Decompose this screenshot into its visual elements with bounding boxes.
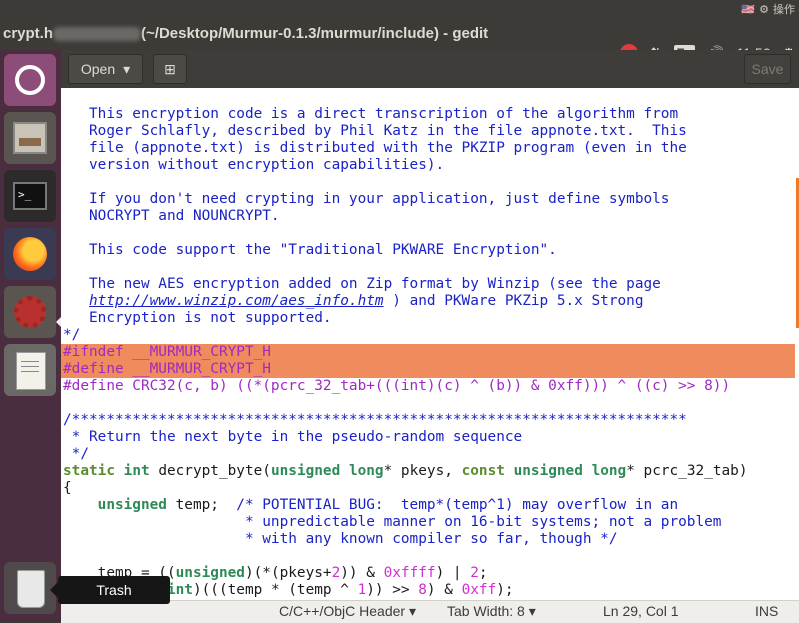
trash-icon bbox=[17, 570, 45, 608]
top-panel: 🇺🇸 ⚙ 操作 bbox=[0, 0, 799, 18]
chevron-down-icon: ▾ bbox=[408, 603, 416, 619]
gedit-window: Open ▾ ⊞ Save This encryption code is a … bbox=[61, 50, 799, 623]
code-line: This encryption code is a direct transcr… bbox=[63, 106, 679, 122]
code-line: If you don't need crypting in your appli… bbox=[63, 191, 670, 207]
language-label: C/C++/ObjC Header bbox=[279, 603, 406, 619]
gedit-launcher-button[interactable] bbox=[4, 344, 56, 396]
code-line: This code support the "Traditional PKWAR… bbox=[63, 242, 557, 258]
firefox-launcher-button[interactable] bbox=[4, 228, 56, 280]
status-bar: C/C++/ObjC Header ▾ Tab Width: 8 ▾ Ln 29… bbox=[61, 600, 799, 623]
code-line: */ bbox=[63, 327, 81, 343]
code-line: * Return the next byte in the pseudo-ran… bbox=[63, 429, 523, 445]
code-line: /***************************************… bbox=[63, 412, 687, 428]
code-line: #define CRC32(c, b) ((*(pcrc_32_tab+(((i… bbox=[63, 378, 731, 394]
code-line: Roger Schlafly, described by Phil Katz i… bbox=[63, 123, 687, 139]
ubuntu-logo-icon bbox=[15, 65, 45, 95]
cursor-position: Ln 29, Col 1 bbox=[603, 603, 679, 619]
code-line: The new AES encryption added on Zip form… bbox=[63, 276, 661, 292]
new-tab-button[interactable]: ⊞ bbox=[153, 54, 187, 84]
tab-width-selector[interactable]: Tab Width: 8 ▾ bbox=[447, 603, 536, 620]
code-line: { bbox=[63, 480, 72, 496]
save-button[interactable]: Save bbox=[744, 54, 791, 84]
code-line: NOCRYPT and NOUNCRYPT. bbox=[63, 208, 280, 224]
chevron-down-icon: ▾ bbox=[528, 603, 536, 619]
language-selector[interactable]: C/C++/ObjC Header ▾ bbox=[279, 603, 416, 620]
open-button[interactable]: Open ▾ bbox=[68, 54, 143, 84]
firefox-icon bbox=[13, 237, 47, 271]
trash-tooltip: Trash bbox=[50, 576, 170, 604]
code-line: file (appnote.txt) is distributed with t… bbox=[63, 140, 687, 156]
title-bar: crypt.h (~/Desktop/Murmur-0.1.3/murmur/in… bbox=[0, 18, 799, 62]
redacted-block bbox=[53, 27, 142, 42]
flag-icon[interactable]: 🇺🇸 bbox=[741, 3, 755, 16]
code-line: */ bbox=[63, 446, 89, 462]
wrench-gear-icon bbox=[14, 296, 46, 328]
tray-small: 🇺🇸 ⚙ 操作 bbox=[741, 0, 795, 18]
gear-small-icon[interactable]: ⚙ bbox=[759, 3, 769, 16]
insert-mode-indicator: INS bbox=[755, 603, 779, 619]
files-launcher-button[interactable] bbox=[4, 112, 56, 164]
code-line-highlighted: #ifndef __MURMUR_CRYPT_H bbox=[61, 344, 795, 361]
new-document-icon: ⊞ bbox=[164, 60, 176, 77]
window-title: crypt.h (~/Desktop/Murmur-0.1.3/murmur/in… bbox=[3, 25, 488, 42]
chevron-down-icon: ▾ bbox=[123, 60, 131, 77]
open-button-label: Open bbox=[80, 61, 116, 77]
ubuntu-dash-button[interactable] bbox=[4, 54, 56, 106]
launcher: >_ bbox=[0, 50, 61, 622]
header-bar: Open ▾ ⊞ Save bbox=[61, 50, 799, 88]
code-line-decl: unsigned temp; /* POTENTIAL BUG: temp*(t… bbox=[97, 497, 679, 513]
file-cabinet-icon bbox=[13, 122, 47, 154]
text-editor[interactable]: This encryption code is a direct transcr… bbox=[61, 88, 799, 600]
code-line: Encryption is not supported. bbox=[63, 310, 332, 326]
window-title-path: (~/Desktop/Murmur-0.1.3/murmur/include) … bbox=[141, 25, 489, 42]
terminal-icon: >_ bbox=[13, 182, 47, 210]
window-title-file: crypt.h bbox=[3, 25, 54, 42]
code-line: * with any known compiler so far, though… bbox=[63, 531, 618, 547]
tray-action-label[interactable]: 操作 bbox=[773, 1, 795, 17]
system-settings-launcher-button[interactable] bbox=[4, 286, 56, 338]
code-line-highlighted: #define __MURMUR_CRYPT_H bbox=[61, 361, 795, 378]
terminal-launcher-button[interactable]: >_ bbox=[4, 170, 56, 222]
text-editor-icon bbox=[16, 352, 46, 390]
code-line-function: static int decrypt_byte(unsigned long* p… bbox=[63, 463, 748, 479]
code-line: version without encryption capabilities)… bbox=[63, 157, 445, 173]
code-line: * unpredictable manner on 16-bit systems… bbox=[63, 514, 722, 530]
trash-launcher-button[interactable] bbox=[4, 562, 56, 614]
tab-width-label: Tab Width: 8 bbox=[447, 603, 525, 619]
code-line-url: http://www.winzip.com/aes_info.htm ) and… bbox=[89, 293, 644, 309]
